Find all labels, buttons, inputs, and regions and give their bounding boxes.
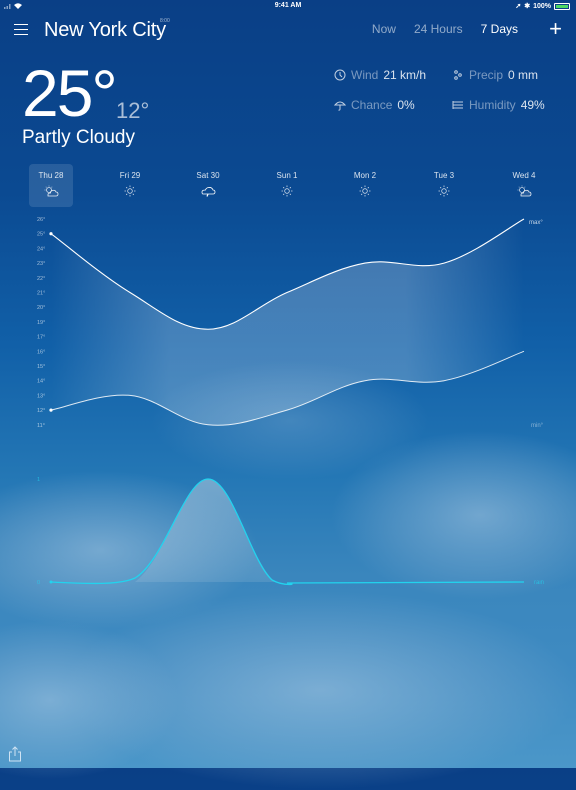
cloud-bg — [0, 620, 180, 780]
add-city-button[interactable]: + — [549, 18, 562, 40]
tab-24-hours[interactable]: 24 Hours — [414, 22, 463, 36]
day-label: Tue 3 — [433, 171, 455, 180]
day-tab-4[interactable]: Mon 2 — [343, 164, 387, 207]
partly-cloudy-icon — [43, 185, 59, 197]
stat-label: Wind — [351, 68, 379, 82]
max-temp-line — [50, 218, 525, 330]
day-label: Wed 4 — [512, 171, 536, 180]
min-series-label: min° — [531, 423, 544, 429]
rain-series-label: rain — [534, 580, 544, 586]
day-tab-0[interactable]: Thu 28 — [29, 164, 73, 207]
partly-cloudy-icon — [516, 185, 532, 197]
stat-value: 49% — [520, 98, 545, 112]
umbrella-icon — [334, 101, 346, 111]
day-selector: Thu 28 Fri 29 Sat 30 Sun 1 Mon 2 Tue 3 Wed 4 — [12, 164, 564, 208]
y-tick-label: 15° — [37, 364, 45, 370]
day-tab-2[interactable]: Sat 30 — [186, 164, 230, 207]
y-tick-label: 21° — [37, 291, 45, 297]
sun-icon — [357, 185, 373, 197]
view-tabs: Now 24 Hours 7 Days — [372, 22, 518, 36]
y-tick-label: 11° — [37, 423, 45, 429]
sun-icon — [279, 185, 295, 197]
status-time: 9:41 AM — [274, 2, 302, 9]
city-title[interactable]: New York City — [44, 19, 166, 42]
rain-area — [135, 479, 275, 582]
y-tick-label: 14° — [37, 379, 45, 385]
stat-label: Humidity — [469, 98, 516, 112]
stat-value: 0% — [397, 98, 415, 112]
cloud-bg — [0, 470, 260, 630]
rain-y-tick-label: 0 — [37, 580, 40, 586]
rain-line — [50, 478, 525, 586]
day-label: Thu 28 — [38, 171, 64, 180]
y-tick-label: 25° — [37, 232, 45, 238]
stat-value: 21 km/h — [383, 68, 427, 82]
max-temp-point — [49, 232, 53, 236]
day-tab-1[interactable]: Fri 29 — [108, 164, 152, 207]
y-tick-label: 19° — [37, 320, 45, 326]
y-tick-label: 24° — [37, 246, 45, 252]
bluetooth-icon: ✱ — [524, 3, 531, 10]
wind-icon — [334, 69, 346, 81]
y-tick-label: 17° — [37, 335, 45, 341]
sun-icon — [122, 185, 138, 197]
share-button[interactable] — [8, 746, 22, 762]
city-local-time: 8:00 — [160, 18, 170, 24]
stat-precip: Precip 0 mm — [452, 68, 538, 82]
status-bar: 9:41 AM ➚ ✱ 100% — [0, 0, 576, 12]
cloud-bg — [150, 360, 430, 480]
stat-chance: Chance 0% — [334, 98, 415, 112]
y-tick-label: 20° — [37, 305, 45, 311]
stat-humidity: Humidity 49% — [452, 98, 545, 112]
y-tick-label: 26° — [37, 217, 45, 223]
cloud-bg — [330, 430, 576, 600]
header: New York City 8:00 Now 24 Hours 7 Days + — [0, 14, 576, 48]
rain-cloud-icon — [200, 185, 216, 197]
temperature-band — [51, 219, 524, 426]
sun-icon — [436, 185, 452, 197]
day-label: Sat 30 — [196, 171, 220, 180]
y-tick-label: 16° — [37, 349, 45, 355]
stat-wind: Wind 21 km/h — [334, 68, 426, 82]
humidity-icon — [452, 101, 463, 109]
location-icon: ➚ — [515, 3, 522, 10]
tab-now[interactable]: Now — [372, 22, 396, 36]
low-temperature: 12° — [116, 98, 150, 123]
precip-icon — [454, 70, 462, 80]
rain-point — [49, 580, 53, 584]
y-tick-label: 22° — [37, 276, 45, 282]
day-label: Sun 1 — [276, 171, 298, 180]
day-label: Mon 2 — [353, 171, 377, 180]
max-series-label: max° — [529, 220, 543, 226]
battery-percent: 100% — [533, 2, 551, 10]
y-tick-label: 23° — [37, 261, 45, 267]
current-temperature: 25° — [22, 56, 118, 130]
battery-icon — [554, 2, 570, 10]
menu-icon — [14, 24, 28, 26]
min-temp-point — [49, 408, 53, 412]
y-tick-label: 12° — [37, 408, 45, 414]
day-tab-6[interactable]: Wed 4 — [502, 164, 546, 207]
min-temp-line — [50, 350, 525, 426]
menu-icon-line — [14, 33, 28, 35]
day-tab-5[interactable]: Tue 3 — [422, 164, 466, 207]
share-icon — [9, 746, 21, 762]
stat-label: Precip — [469, 68, 504, 82]
condition-text: Partly Cloudy — [22, 127, 135, 148]
menu-button[interactable] — [14, 24, 28, 36]
day-tab-3[interactable]: Sun 1 — [265, 164, 309, 207]
stat-value: 0 mm — [508, 68, 539, 82]
tab-7-days[interactable]: 7 Days — [481, 22, 518, 36]
stat-label: Chance — [351, 98, 393, 112]
menu-icon-line — [14, 28, 28, 31]
y-tick-label: 13° — [37, 393, 45, 399]
cloud-bg — [60, 590, 576, 790]
rain-y-tick-label: 1 — [37, 477, 40, 483]
day-label: Fri 29 — [119, 171, 141, 180]
